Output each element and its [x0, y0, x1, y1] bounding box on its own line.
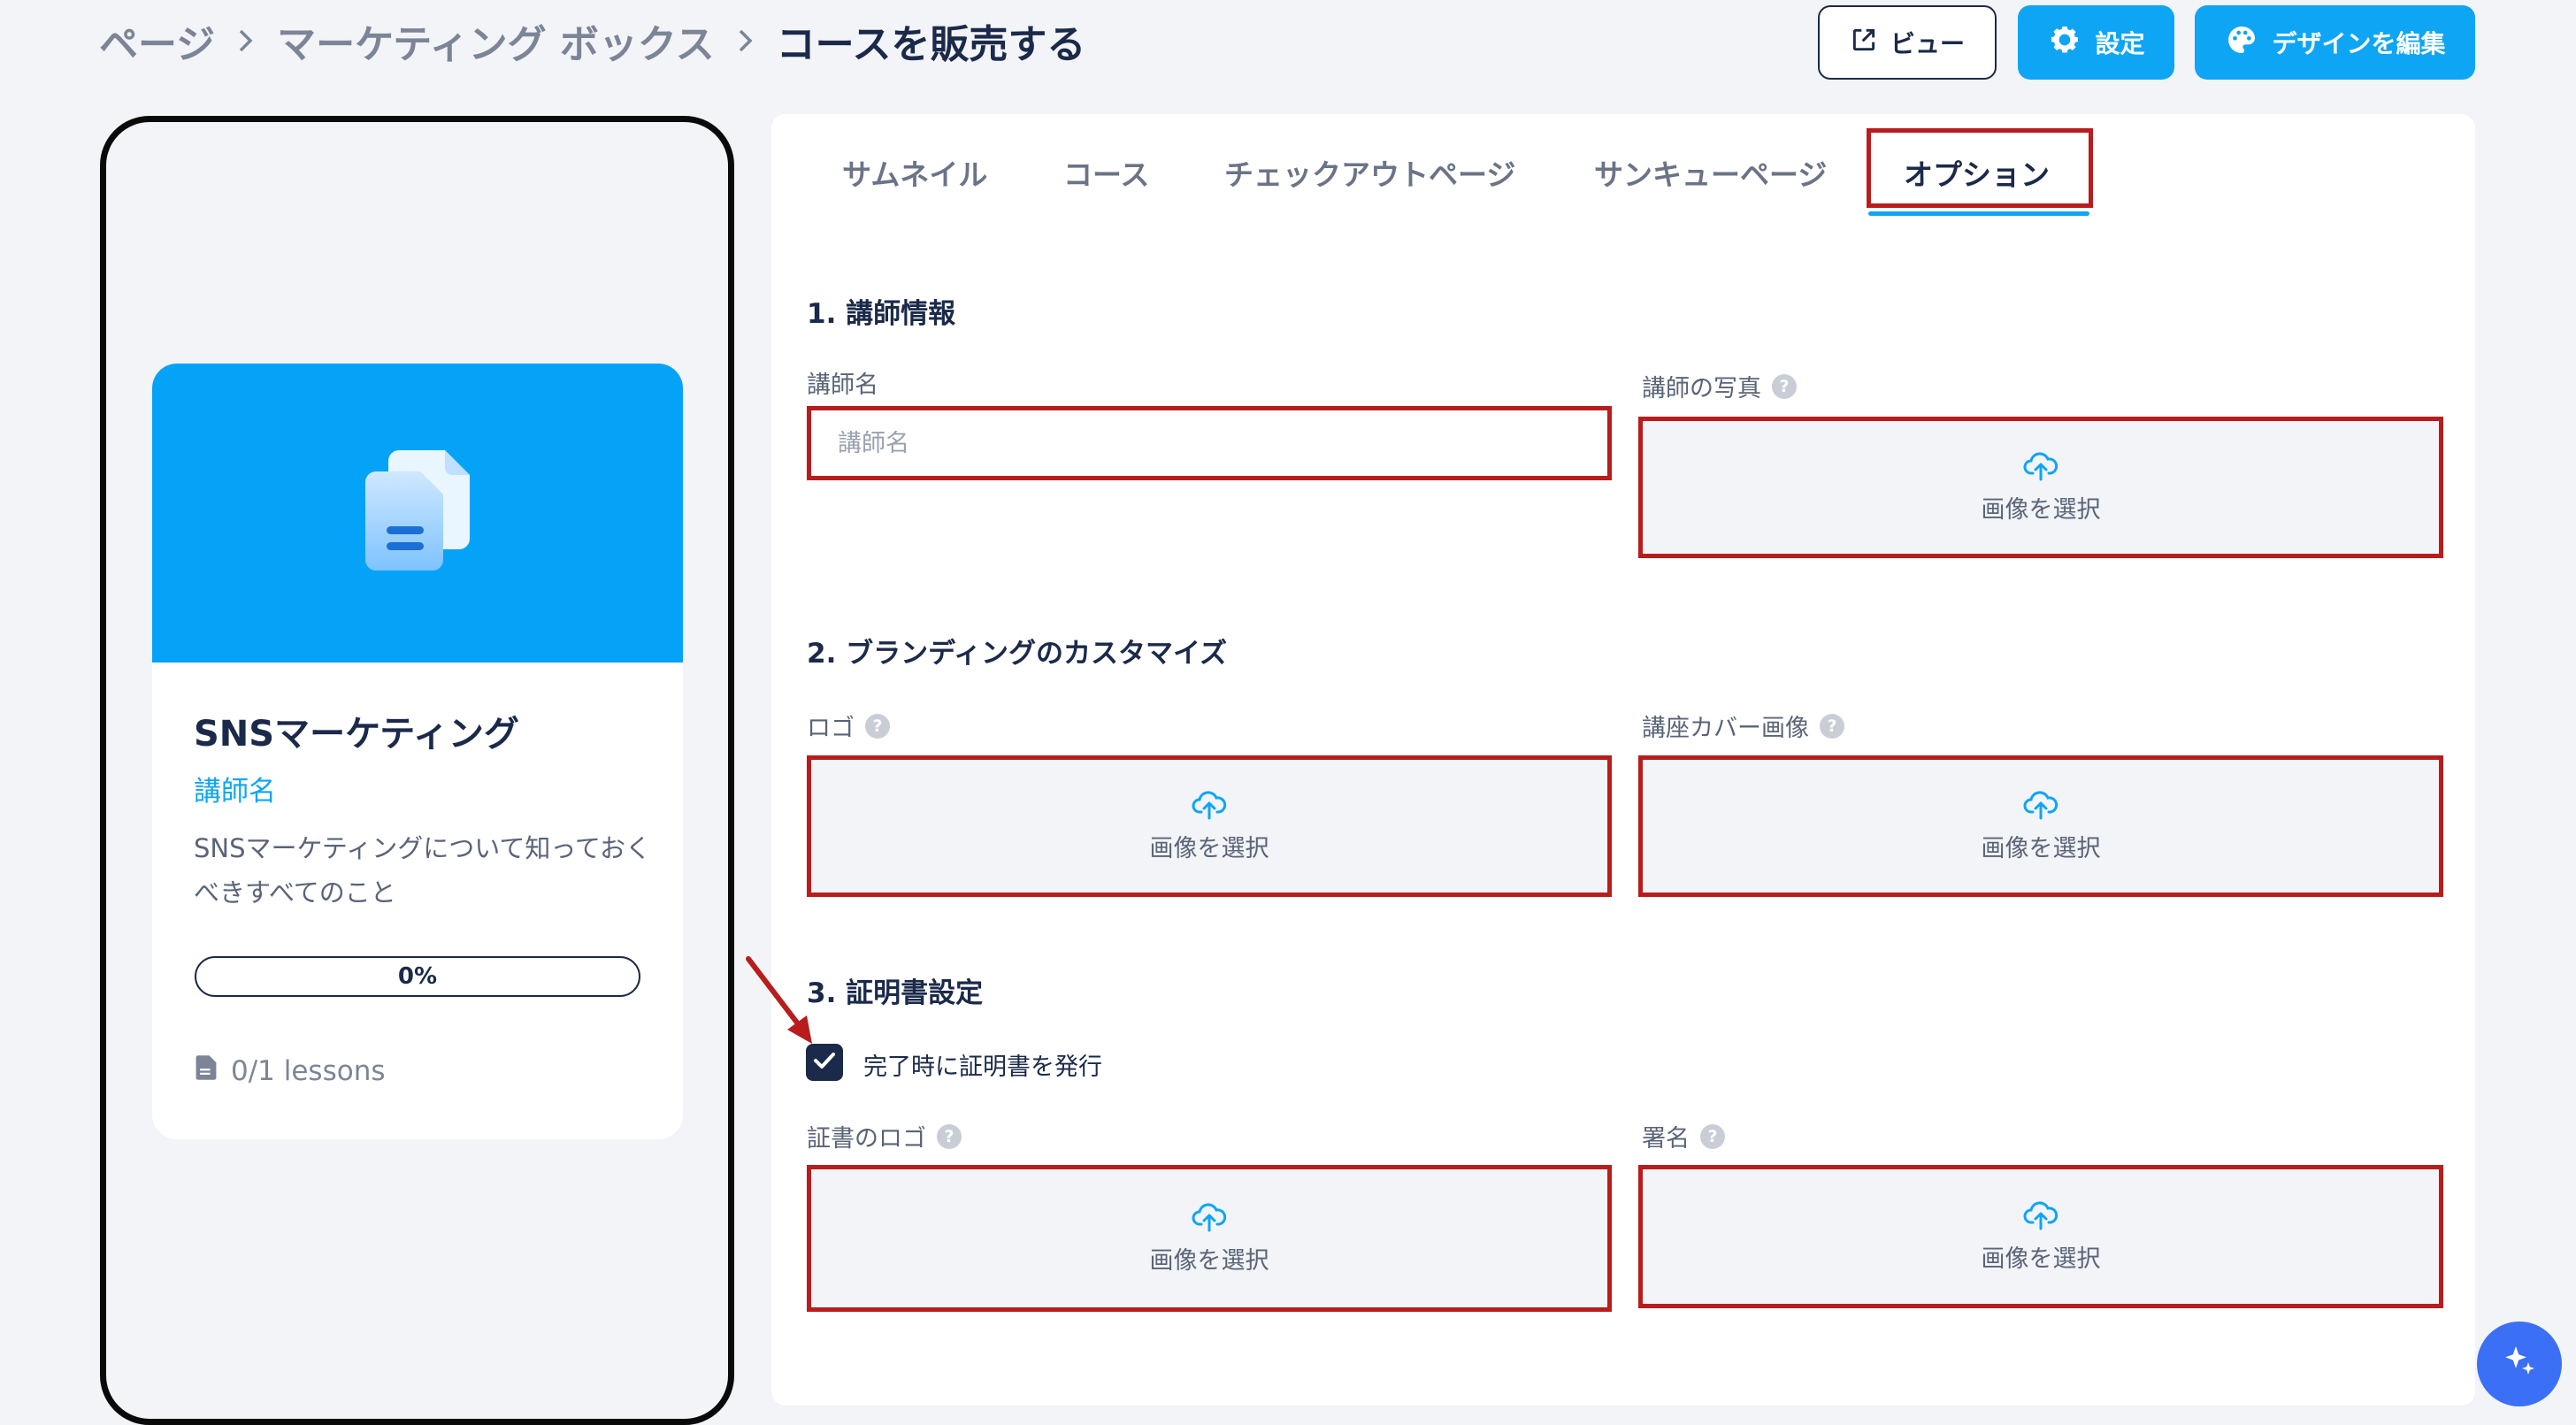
upload-label: 画像を選択 [1981, 495, 2101, 524]
edit-design-button[interactable]: デザインを編集 [2195, 5, 2475, 80]
cover-image-upload[interactable]: 画像を選択 [1638, 755, 2443, 897]
ai-assistant-button[interactable] [2477, 1322, 2562, 1406]
course-card-hero [152, 364, 683, 663]
breadcrumb-item-pages[interactable]: ページ [99, 12, 215, 69]
upload-label: 画像を選択 [1981, 834, 2101, 862]
instructor-photo-upload[interactable]: 画像を選択 [1638, 417, 2443, 558]
tab-thumbnail[interactable]: サムネイル [842, 151, 987, 194]
instructor-name: 講師名 [194, 776, 276, 808]
help-icon[interactable]: ? [1700, 1123, 1725, 1149]
documents-icon [360, 445, 475, 581]
breadcrumb-item-marketing-box[interactable]: マーケティング ボックス [277, 12, 714, 69]
help-icon[interactable]: ? [1820, 713, 1844, 739]
cloud-upload-icon [2023, 790, 2058, 824]
instructor-name-input[interactable] [807, 406, 1612, 480]
tab-checkout-page[interactable]: チェックアウトページ [1224, 151, 1515, 194]
course-title: SNSマーケティング [194, 714, 519, 755]
progress-bar: 0% [195, 956, 640, 997]
tab-options-highlight [1867, 128, 2093, 208]
external-link-icon [1850, 26, 1878, 60]
help-icon[interactable]: ? [937, 1123, 962, 1149]
chevron-right-icon [736, 27, 755, 54]
certificate-logo-upload[interactable]: 画像を選択 [807, 1165, 1612, 1312]
tab-course[interactable]: コース [1063, 151, 1149, 194]
document-icon [194, 1053, 218, 1089]
cloud-upload-icon [1192, 790, 1227, 824]
view-button[interactable]: ビュー [1818, 5, 1997, 80]
instructor-photo-label: 講師の写真 ? [1642, 369, 1797, 403]
cloud-upload-icon [2023, 451, 2058, 485]
help-icon[interactable]: ? [865, 713, 890, 739]
cloud-upload-icon [2023, 1200, 2058, 1234]
edit-design-button-label: デザインを編集 [2272, 29, 2446, 58]
palette-icon [2224, 22, 2259, 64]
issue-certificate-label: 完了時に証明書を発行 [863, 1053, 1102, 1081]
upload-label: 画像を選択 [1149, 834, 1269, 862]
lessons-label: 0/1 lessons [231, 1055, 386, 1087]
progress-label: 0% [397, 963, 438, 990]
chevron-right-icon [236, 27, 256, 54]
course-description: SNSマーケティングについて知っておくべきすべてのこと [194, 833, 652, 908]
section-branding-title: 2. ブランディングのカスタマイズ [807, 638, 1228, 670]
sparkle-icon [2498, 1341, 2541, 1387]
breadcrumb: ページ マーケティング ボックス コースを販売する [99, 12, 1085, 69]
active-tab-indicator [1868, 211, 2089, 216]
section-instructor-title: 1. 講師情報 [807, 298, 956, 330]
logo-upload[interactable]: 画像を選択 [807, 755, 1612, 897]
course-card: SNSマーケティング 講師名 SNSマーケティングについて知っておくべきすべての… [152, 364, 683, 1139]
signature-label: 署名 ? [1642, 1119, 1725, 1153]
tab-bar: サムネイル コース チェックアウトページ サンキューページ オプション [771, 114, 2475, 217]
annotation-arrow-icon [746, 956, 812, 1044]
upload-label: 画像を選択 [1981, 1245, 2101, 1273]
signature-upload[interactable]: 画像を選択 [1638, 1165, 2443, 1308]
gear-icon [2047, 22, 2082, 64]
upload-label: 画像を選択 [1149, 1246, 1269, 1275]
help-icon[interactable]: ? [1772, 373, 1797, 399]
certificate-logo-label: 証書のロゴ ? [807, 1119, 962, 1153]
settings-panel: サムネイル コース チェックアウトページ サンキューページ オプション 1. 講… [771, 114, 2475, 1406]
cover-image-label: 講座カバー画像 ? [1642, 709, 1844, 743]
tab-thank-you-page[interactable]: サンキューページ [1594, 151, 1827, 194]
view-button-label: ビュー [1890, 29, 1965, 58]
instructor-name-label: 講師名 [807, 372, 878, 399]
lessons-count: 0/1 lessons [194, 1053, 386, 1089]
settings-button[interactable]: 設定 [2018, 5, 2174, 80]
logo-label: ロゴ ? [807, 709, 890, 743]
settings-button-label: 設定 [2095, 29, 2145, 58]
cloud-upload-icon [1192, 1202, 1227, 1236]
breadcrumb-item-current: コースを販売する [776, 22, 1086, 67]
